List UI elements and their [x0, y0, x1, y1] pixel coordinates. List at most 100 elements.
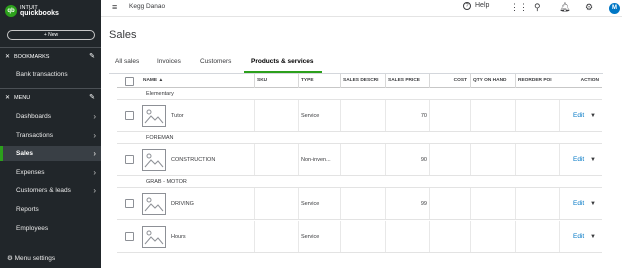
- column-divider: [515, 100, 516, 131]
- top-bar: ≡ Kegg Danao ? Help ⋮⋮ ⚲ 🔔︎ ⚙ M: [101, 0, 622, 17]
- column-divider: [340, 100, 341, 131]
- row-checkbox[interactable]: [125, 155, 134, 164]
- column-divider: [470, 100, 471, 131]
- column-divider: [298, 100, 299, 131]
- image-placeholder-icon: [142, 193, 166, 215]
- column-divider: [298, 144, 299, 175]
- new-button[interactable]: + New: [7, 30, 95, 40]
- chevron-down-icon[interactable]: ▼: [590, 234, 596, 240]
- quickbooks-logo[interactable]: qb INTUIT quickbooks: [5, 4, 97, 18]
- company-name[interactable]: Kegg Danao: [129, 3, 165, 10]
- grid-icon[interactable]: ⋮⋮: [510, 2, 528, 13]
- table-row[interactable]: DRIVING Service 99 Edit ▼: [117, 188, 602, 220]
- product-name[interactable]: Tutor: [171, 100, 251, 131]
- bookmarks-label: BOOKMARKS: [14, 54, 50, 60]
- bookmarks-section-header[interactable]: ✕ BOOKMARKS ✎: [0, 51, 101, 63]
- column-header-type[interactable]: TYPE: [298, 74, 340, 88]
- product-sales-price: 90: [420, 156, 427, 163]
- table-row[interactable]: Hours Service Edit ▼: [117, 221, 602, 253]
- column-header-reorder-point[interactable]: REORDER POI: [515, 74, 559, 88]
- row-checkbox[interactable]: [125, 111, 134, 120]
- image-placeholder-icon: [142, 149, 166, 171]
- column-divider: [254, 100, 255, 131]
- edit-link[interactable]: Edit: [573, 233, 584, 240]
- chevron-right-icon: ›: [93, 186, 96, 196]
- row-checkbox[interactable]: [125, 232, 134, 241]
- product-name[interactable]: CONSTRUCTION: [171, 144, 251, 175]
- chevron-right-icon: ›: [93, 112, 96, 121]
- group-header: GRAB - MOTOR: [117, 177, 602, 188]
- edit-link[interactable]: Edit: [573, 200, 584, 207]
- tab-all-sales[interactable]: All sales: [115, 58, 139, 65]
- sidebar-item-label: Transactions: [16, 131, 53, 139]
- chevron-down-icon[interactable]: ▼: [590, 157, 596, 163]
- sidebar-item-bank-transactions[interactable]: Bank transactions: [0, 67, 101, 82]
- column-divider: [470, 144, 471, 175]
- close-icon[interactable]: ✕: [5, 92, 10, 104]
- sidebar-item-label: Employees: [16, 224, 49, 232]
- product-sales-price: [385, 221, 427, 252]
- chevron-down-icon[interactable]: ▼: [590, 201, 596, 207]
- sidebar-item-customers-leads[interactable]: Customers & leads ›: [0, 183, 101, 198]
- product-type: Service: [301, 112, 320, 119]
- group-header: FOREMAN: [117, 133, 602, 144]
- edit-link[interactable]: Edit: [573, 156, 584, 163]
- sidebar-item-reports[interactable]: Reports: [0, 202, 101, 217]
- column-divider: [340, 188, 341, 219]
- product-sales-price: 70: [420, 112, 427, 119]
- column-header-cost[interactable]: COST: [429, 74, 469, 88]
- column-header-sales-price[interactable]: SALES PRICE: [385, 74, 429, 88]
- table-row[interactable]: CONSTRUCTION Non-inven... 90 Edit ▼: [117, 144, 602, 176]
- chevron-right-icon: ›: [93, 130, 96, 140]
- close-icon[interactable]: ✕: [5, 51, 10, 63]
- product-name[interactable]: Hours: [171, 221, 251, 252]
- sidebar-item-employees[interactable]: Employees: [0, 221, 101, 236]
- select-all-checkbox[interactable]: [125, 77, 134, 86]
- sidebar-divider: [0, 47, 101, 48]
- sidebar-item-label: Bank transactions: [16, 71, 68, 78]
- column-divider: [429, 144, 430, 175]
- bell-icon[interactable]: 🔔︎: [559, 2, 570, 13]
- tab-customers[interactable]: Customers: [200, 58, 231, 65]
- image-placeholder-icon: [142, 226, 166, 248]
- column-divider: [559, 144, 560, 175]
- pencil-icon[interactable]: ✎: [89, 92, 95, 104]
- pencil-icon[interactable]: ✎: [89, 51, 95, 63]
- hamburger-icon[interactable]: ≡: [112, 2, 117, 12]
- column-header-name[interactable]: NAME ▲: [141, 74, 251, 88]
- gear-icon[interactable]: ⚙: [585, 2, 593, 13]
- search-icon[interactable]: ⚲: [534, 2, 541, 13]
- sidebar-item-transactions[interactable]: Transactions ›: [0, 128, 101, 143]
- column-header-action: ACTION: [580, 78, 599, 83]
- column-header-sku[interactable]: SKU: [254, 74, 298, 88]
- column-divider: [515, 188, 516, 219]
- product-type: Service: [301, 200, 320, 207]
- column-divider: [515, 144, 516, 175]
- tab-products-services[interactable]: Products & services: [251, 58, 314, 65]
- tab-invoices[interactable]: Invoices: [157, 58, 181, 65]
- column-header-sales-description[interactable]: SALES DESCRI: [340, 74, 384, 88]
- column-divider: [298, 221, 299, 252]
- menu-section-header[interactable]: ✕ MENU ✎: [0, 92, 101, 104]
- column-divider: [559, 188, 560, 219]
- sidebar-item-label: Expenses: [16, 168, 45, 176]
- edit-link[interactable]: Edit: [573, 112, 584, 119]
- chevron-down-icon[interactable]: ▼: [590, 113, 596, 119]
- column-divider: [559, 221, 560, 252]
- quickbooks-logo-icon: qb: [5, 5, 17, 17]
- table-header: NAME ▲ SKU TYPE SALES DESCRI SALES PRICE…: [117, 74, 602, 88]
- sidebar-item-dashboards[interactable]: Dashboards ›: [0, 109, 101, 124]
- sidebar-item-expenses[interactable]: Expenses ›: [0, 165, 101, 180]
- help-button[interactable]: ? Help: [463, 2, 489, 10]
- row-checkbox[interactable]: [125, 199, 134, 208]
- product-type: Non-inven...: [301, 156, 331, 163]
- table-row[interactable]: Tutor Service 70 Edit ▼: [117, 100, 602, 132]
- menu-settings-link[interactable]: ⚙ Menu settings: [0, 253, 101, 265]
- chevron-right-icon: ›: [93, 167, 96, 177]
- menu-settings-label: Menu settings: [14, 255, 56, 262]
- column-divider: [429, 100, 430, 131]
- sidebar-item-sales[interactable]: Sales ›: [0, 146, 101, 162]
- avatar[interactable]: M: [609, 3, 620, 14]
- product-name[interactable]: DRIVING: [171, 188, 251, 219]
- column-header-qty-on-hand[interactable]: QTY ON HAND: [470, 74, 514, 88]
